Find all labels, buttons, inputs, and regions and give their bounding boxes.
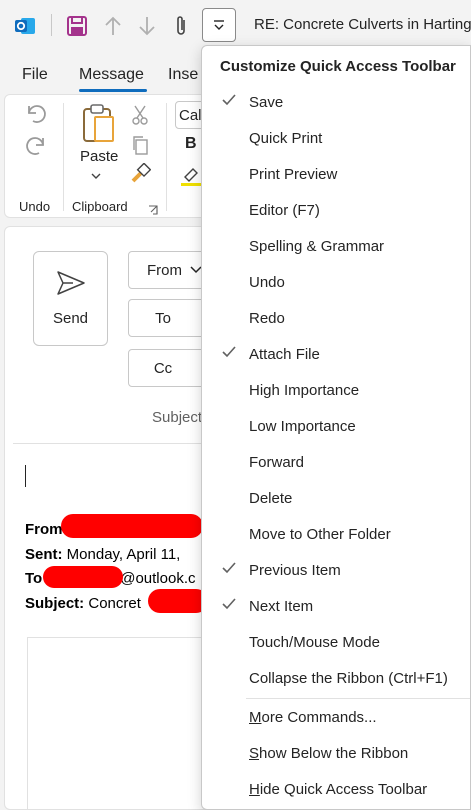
menu-item-label: how Below the Ribbon (259, 744, 409, 762)
quoted-subject-label: Subject: (25, 595, 85, 612)
menu-item-high-importance[interactable]: High Importance (202, 372, 470, 408)
checkmark-icon (222, 562, 236, 574)
format-painter-icon[interactable] (129, 162, 152, 188)
cut-icon[interactable] (131, 105, 149, 128)
menu-item-undo[interactable]: Undo (202, 264, 470, 300)
menu-item-label: Forward (249, 453, 305, 471)
next-item-icon[interactable] (134, 12, 160, 40)
previous-item-icon[interactable] (100, 12, 126, 40)
save-icon[interactable] (64, 12, 90, 40)
clipboard-launcher-icon[interactable] (148, 202, 158, 218)
menu-item-next-item[interactable]: Next Item (202, 588, 470, 624)
redaction-mark (61, 514, 203, 538)
tab-message[interactable]: Message (79, 66, 144, 84)
menu-item-spelling-grammar[interactable]: Spelling & Grammar (202, 228, 470, 264)
menu-item-label: Attach File (249, 345, 320, 363)
undo-group-label: Undo (19, 199, 51, 214)
menu-item-editor-f7[interactable]: Editor (F7) (202, 192, 470, 228)
send-label: Send (52, 310, 89, 327)
quoted-to-value: @outlook.c (120, 570, 196, 587)
copy-icon[interactable] (131, 135, 149, 158)
menu-item-low-importance[interactable]: Low Importance (202, 408, 470, 444)
menu-item-label: High Importance (249, 381, 360, 399)
quoted-sent-value: Monday, April 11, (62, 546, 181, 563)
menu-item-quick-print[interactable]: Quick Print (202, 120, 470, 156)
menu-item-label: Quick Print (249, 129, 323, 147)
redo-icon[interactable] (23, 133, 49, 162)
menu-item-label: Move to Other Folder (249, 525, 391, 543)
checkmark-icon (222, 94, 236, 106)
quoted-from-line: From (25, 521, 63, 538)
tab-insert[interactable]: Inse (168, 66, 198, 84)
undo-icon[interactable] (23, 101, 49, 130)
redaction-mark (43, 566, 123, 588)
menu-item-collapse-the-ribbon-ctrl-f1[interactable]: Collapse the Ribbon (Ctrl+F1) (202, 660, 470, 696)
menu-item-save[interactable]: Save (202, 84, 470, 120)
window-title: RE: Concrete Culverts in Hartington (254, 16, 471, 33)
menu-item-previous-item[interactable]: Previous Item (202, 552, 470, 588)
menu-item-show-below-ribbon[interactable]: Show Below the Ribbon (202, 735, 470, 771)
menu-item-label: Editor (F7) (249, 201, 320, 219)
menu-item-move-to-other-folder[interactable]: Move to Other Folder (202, 516, 470, 552)
paste-icon[interactable] (81, 103, 115, 146)
quoted-subject-line: Subject: Concret (25, 595, 141, 612)
ribbon-separator (166, 103, 167, 211)
menu-item-attach-file[interactable]: Attach File (202, 336, 470, 372)
menu-item-more-commands[interactable]: More Commands... (202, 699, 470, 735)
menu-item-label: Next Item (249, 597, 314, 615)
accel-key: M (249, 708, 262, 726)
accel-key: S (249, 744, 260, 762)
quoted-subject-value: Concret (84, 595, 141, 612)
paste-dropdown-icon[interactable] (91, 167, 101, 183)
menu-item-label: Undo (249, 273, 285, 291)
highlight-icon[interactable] (179, 165, 203, 190)
menu-item-label: Print Preview (249, 165, 338, 183)
customize-qat-menu: Customize Quick Access Toolbar Save Quick… (201, 45, 471, 810)
cc-label: Cc (153, 359, 173, 377)
quoted-sent-line: Sent: Monday, April 11, (25, 546, 180, 563)
menu-item-label: Delete (249, 489, 293, 507)
menu-item-hide-qat[interactable]: Hide Quick Access Toolbar (202, 771, 470, 807)
quoted-to-label: To (25, 570, 43, 587)
menu-item-delete[interactable]: Delete (202, 480, 470, 516)
menu-item-label: ore Commands... (261, 708, 377, 726)
clipboard-group-label: Clipboard (72, 199, 128, 214)
ribbon-separator (63, 103, 64, 211)
send-icon (56, 270, 86, 299)
attach-file-icon[interactable] (168, 12, 194, 40)
from-label: From (147, 261, 182, 279)
menu-item-label: Previous Item (249, 561, 341, 579)
active-tab-indicator (79, 89, 147, 92)
menu-item-label: ide Quick Access Toolbar (259, 780, 428, 798)
menu-item-print-preview[interactable]: Print Preview (202, 156, 470, 192)
menu-item-label: Touch/Mouse Mode (249, 633, 380, 651)
menu-item-label: Collapse the Ribbon (Ctrl+F1) (249, 669, 448, 687)
subject-field-label[interactable]: Subject (152, 409, 202, 426)
send-button[interactable]: Send (33, 251, 108, 346)
menu-item-label: Low Importance (249, 417, 356, 435)
checkmark-icon (222, 346, 236, 358)
quoted-sent-label: Sent: (25, 546, 63, 563)
qat-separator (51, 14, 52, 36)
customize-qat-button[interactable] (202, 8, 236, 42)
text-cursor (25, 465, 26, 487)
menu-item-redo[interactable]: Redo (202, 300, 470, 336)
menu-item-label: Redo (249, 309, 285, 327)
to-label: To (155, 309, 171, 327)
menu-item-touch-mouse-mode[interactable]: Touch/Mouse Mode (202, 624, 470, 660)
menu-item-label: Save (249, 93, 284, 111)
redaction-mark (148, 589, 208, 613)
accel-key: H (249, 780, 260, 798)
checkmark-icon (222, 598, 236, 610)
bold-button[interactable]: B (185, 135, 197, 153)
menu-item-forward[interactable]: Forward (202, 444, 470, 480)
menu-title: Customize Quick Access Toolbar (220, 58, 456, 75)
outlook-app-icon (12, 12, 38, 40)
quoted-from-label: From (25, 521, 63, 538)
menu-item-label: Spelling & Grammar (249, 237, 385, 255)
paste-button[interactable]: Paste (80, 148, 118, 165)
chevron-down-icon (214, 20, 224, 30)
tab-file[interactable]: File (22, 66, 48, 84)
